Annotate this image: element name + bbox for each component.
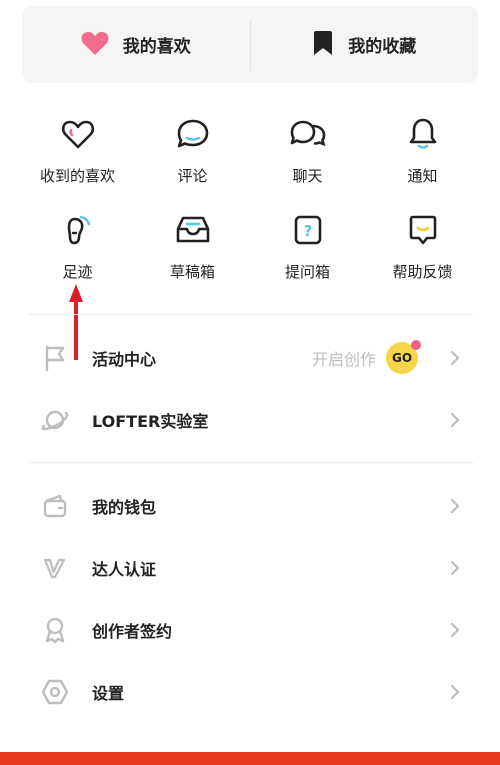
creator-contract-label: 创作者签约 (92, 622, 173, 641)
grid-item-received-likes[interactable]: 收到的喜欢 (20, 108, 135, 186)
chevron-right-icon (448, 348, 462, 368)
expert-verification-label: 达人认证 (92, 560, 157, 579)
lofter-lab-row[interactable]: LOFTER实验室 (28, 396, 474, 444)
gear-icon (40, 677, 70, 707)
settings-row[interactable]: 设置 (28, 668, 474, 716)
heart-icon (58, 114, 98, 153)
grid-label: 草稿箱 (169, 263, 215, 281)
section-divider (28, 314, 474, 315)
grid-item-help-feedback[interactable]: 帮助反馈 (365, 204, 480, 282)
flag-icon (40, 343, 70, 373)
start-creating-text: 开启创作 (311, 350, 376, 369)
function-grid: 收到的喜欢 评论 聊天 通知 足迹 草稿箱 ? 提问箱 帮助反馈 (20, 108, 480, 282)
chevron-right-icon (448, 558, 462, 578)
grid-item-comments[interactable]: 评论 (135, 108, 250, 186)
my-likes-label: 我的喜欢 (122, 37, 191, 57)
top-card: 我的喜欢 我的收藏 (22, 6, 478, 83)
grid-label: 收到的喜欢 (39, 167, 115, 185)
activity-center-label: 活动中心 (92, 350, 157, 369)
planet-icon (40, 405, 70, 435)
lofter-lab-label: LOFTER实验室 (92, 412, 209, 431)
grid-item-drafts[interactable]: 草稿箱 (135, 204, 250, 282)
bookmark-icon (312, 30, 334, 60)
chevron-right-icon (448, 682, 462, 702)
grid-label: 评论 (177, 167, 208, 185)
grid-label: 通知 (407, 167, 438, 185)
grid-item-question-box[interactable]: ? 提问箱 (250, 204, 365, 282)
feedback-icon (403, 210, 443, 249)
grid-label: 帮助反馈 (392, 263, 453, 281)
comment-icon (173, 114, 213, 153)
grid-label: 足迹 (62, 263, 93, 281)
my-favorites-button[interactable]: 我的收藏 (251, 6, 479, 83)
question-box-icon: ? (288, 210, 328, 249)
grid-label: 提问箱 (284, 263, 330, 281)
bottom-tab-bar (0, 752, 500, 765)
go-badge-label: GO (391, 351, 413, 365)
wallet-label: 我的钱包 (92, 498, 157, 517)
notification-dot (411, 340, 421, 350)
activity-center-row[interactable]: 活动中心 开启创作 GO (28, 334, 474, 382)
my-likes-button[interactable]: 我的喜欢 (22, 6, 250, 83)
section-divider (28, 462, 474, 463)
expert-verification-row[interactable]: 达人认证 (28, 544, 474, 592)
ribbon-icon (40, 615, 70, 645)
settings-label: 设置 (92, 684, 125, 703)
wallet-icon (40, 491, 70, 521)
grid-label: 聊天 (292, 167, 323, 185)
grid-item-footprint[interactable]: 足迹 (20, 204, 135, 282)
go-badge[interactable]: GO (386, 340, 421, 374)
grid-item-chat[interactable]: 聊天 (250, 108, 365, 186)
creator-contract-row[interactable]: 创作者签约 (28, 606, 474, 654)
bell-icon (403, 114, 443, 153)
chevron-right-icon (448, 410, 462, 430)
my-favorites-label: 我的收藏 (348, 37, 417, 57)
grid-item-notifications[interactable]: 通知 (365, 108, 480, 186)
svg-text:?: ? (303, 222, 312, 240)
footprint-icon (58, 210, 98, 249)
chevron-right-icon (448, 620, 462, 640)
drafts-icon (173, 210, 213, 249)
heart-filled-icon (81, 30, 109, 60)
wallet-row[interactable]: 我的钱包 (28, 482, 474, 530)
chat-icon (288, 114, 328, 153)
chevron-right-icon (448, 496, 462, 516)
v-badge-icon (40, 553, 70, 583)
